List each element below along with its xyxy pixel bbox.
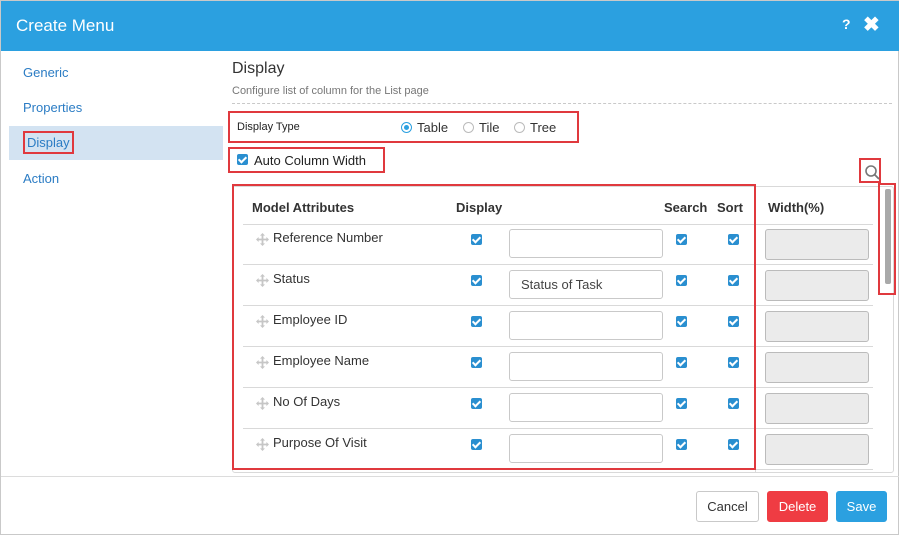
width-input[interactable]: [765, 352, 869, 383]
help-icon[interactable]: ?: [842, 16, 851, 32]
width-input[interactable]: [765, 434, 869, 465]
sidebar-item-label: Properties: [23, 100, 83, 115]
header-width: Width(%): [768, 200, 825, 215]
dialog-footer: Cancel Delete Save: [1, 476, 899, 536]
delete-button[interactable]: Delete: [767, 491, 828, 522]
save-button[interactable]: Save: [836, 491, 887, 522]
radio-label: Table: [417, 120, 449, 135]
close-icon[interactable]: ✖: [863, 14, 880, 36]
cancel-button[interactable]: Cancel: [696, 491, 759, 522]
sidebar-item-action[interactable]: Action: [9, 162, 223, 196]
sidebar-item-label: Action: [23, 171, 60, 186]
sidebar-item-properties[interactable]: Properties: [9, 91, 223, 125]
create-menu-dialog: Create Menu ? ✖ Generic Properties Displ…: [0, 0, 899, 535]
sidebar-item-label: Display: [23, 131, 74, 154]
radio-checked-icon: [401, 122, 412, 133]
radio-unchecked-icon: [514, 122, 525, 133]
sidebar-item-generic[interactable]: Generic: [9, 56, 223, 90]
columns-highlight: [232, 184, 756, 470]
checkbox-checked-icon: [237, 154, 248, 165]
scrollbar-highlight: [878, 183, 896, 295]
auto-column-width-checkbox[interactable]: Auto Column Width: [237, 153, 366, 168]
display-type-label: Display Type: [237, 121, 300, 133]
display-panel: Display Configure list of column for the…: [223, 51, 899, 476]
table-row-partial: [233, 470, 893, 472]
radio-label: Tree: [530, 120, 557, 135]
radio-tree[interactable]: Tree: [514, 120, 556, 135]
width-input[interactable]: [765, 393, 869, 424]
width-input[interactable]: [765, 229, 869, 260]
auto-column-width-label: Auto Column Width: [254, 153, 366, 168]
sidebar-item-label: Generic: [23, 65, 69, 80]
radio-tile[interactable]: Tile: [463, 120, 499, 135]
width-input[interactable]: [765, 270, 869, 301]
sidebar: Generic Properties Display Action: [1, 51, 223, 476]
section-divider: [232, 103, 892, 104]
search-icon[interactable]: [863, 163, 883, 183]
radio-table[interactable]: Table: [401, 120, 448, 135]
radio-label: Tile: [479, 120, 500, 135]
dialog-title: Create Menu: [16, 16, 115, 35]
width-input[interactable]: [765, 311, 869, 342]
sidebar-item-display[interactable]: Display: [9, 126, 223, 160]
radio-unchecked-icon: [463, 122, 474, 133]
section-title: Display: [232, 60, 285, 77]
dialog-header: Create Menu ? ✖: [1, 1, 899, 51]
section-subtitle: Configure list of column for the List pa…: [232, 85, 429, 97]
